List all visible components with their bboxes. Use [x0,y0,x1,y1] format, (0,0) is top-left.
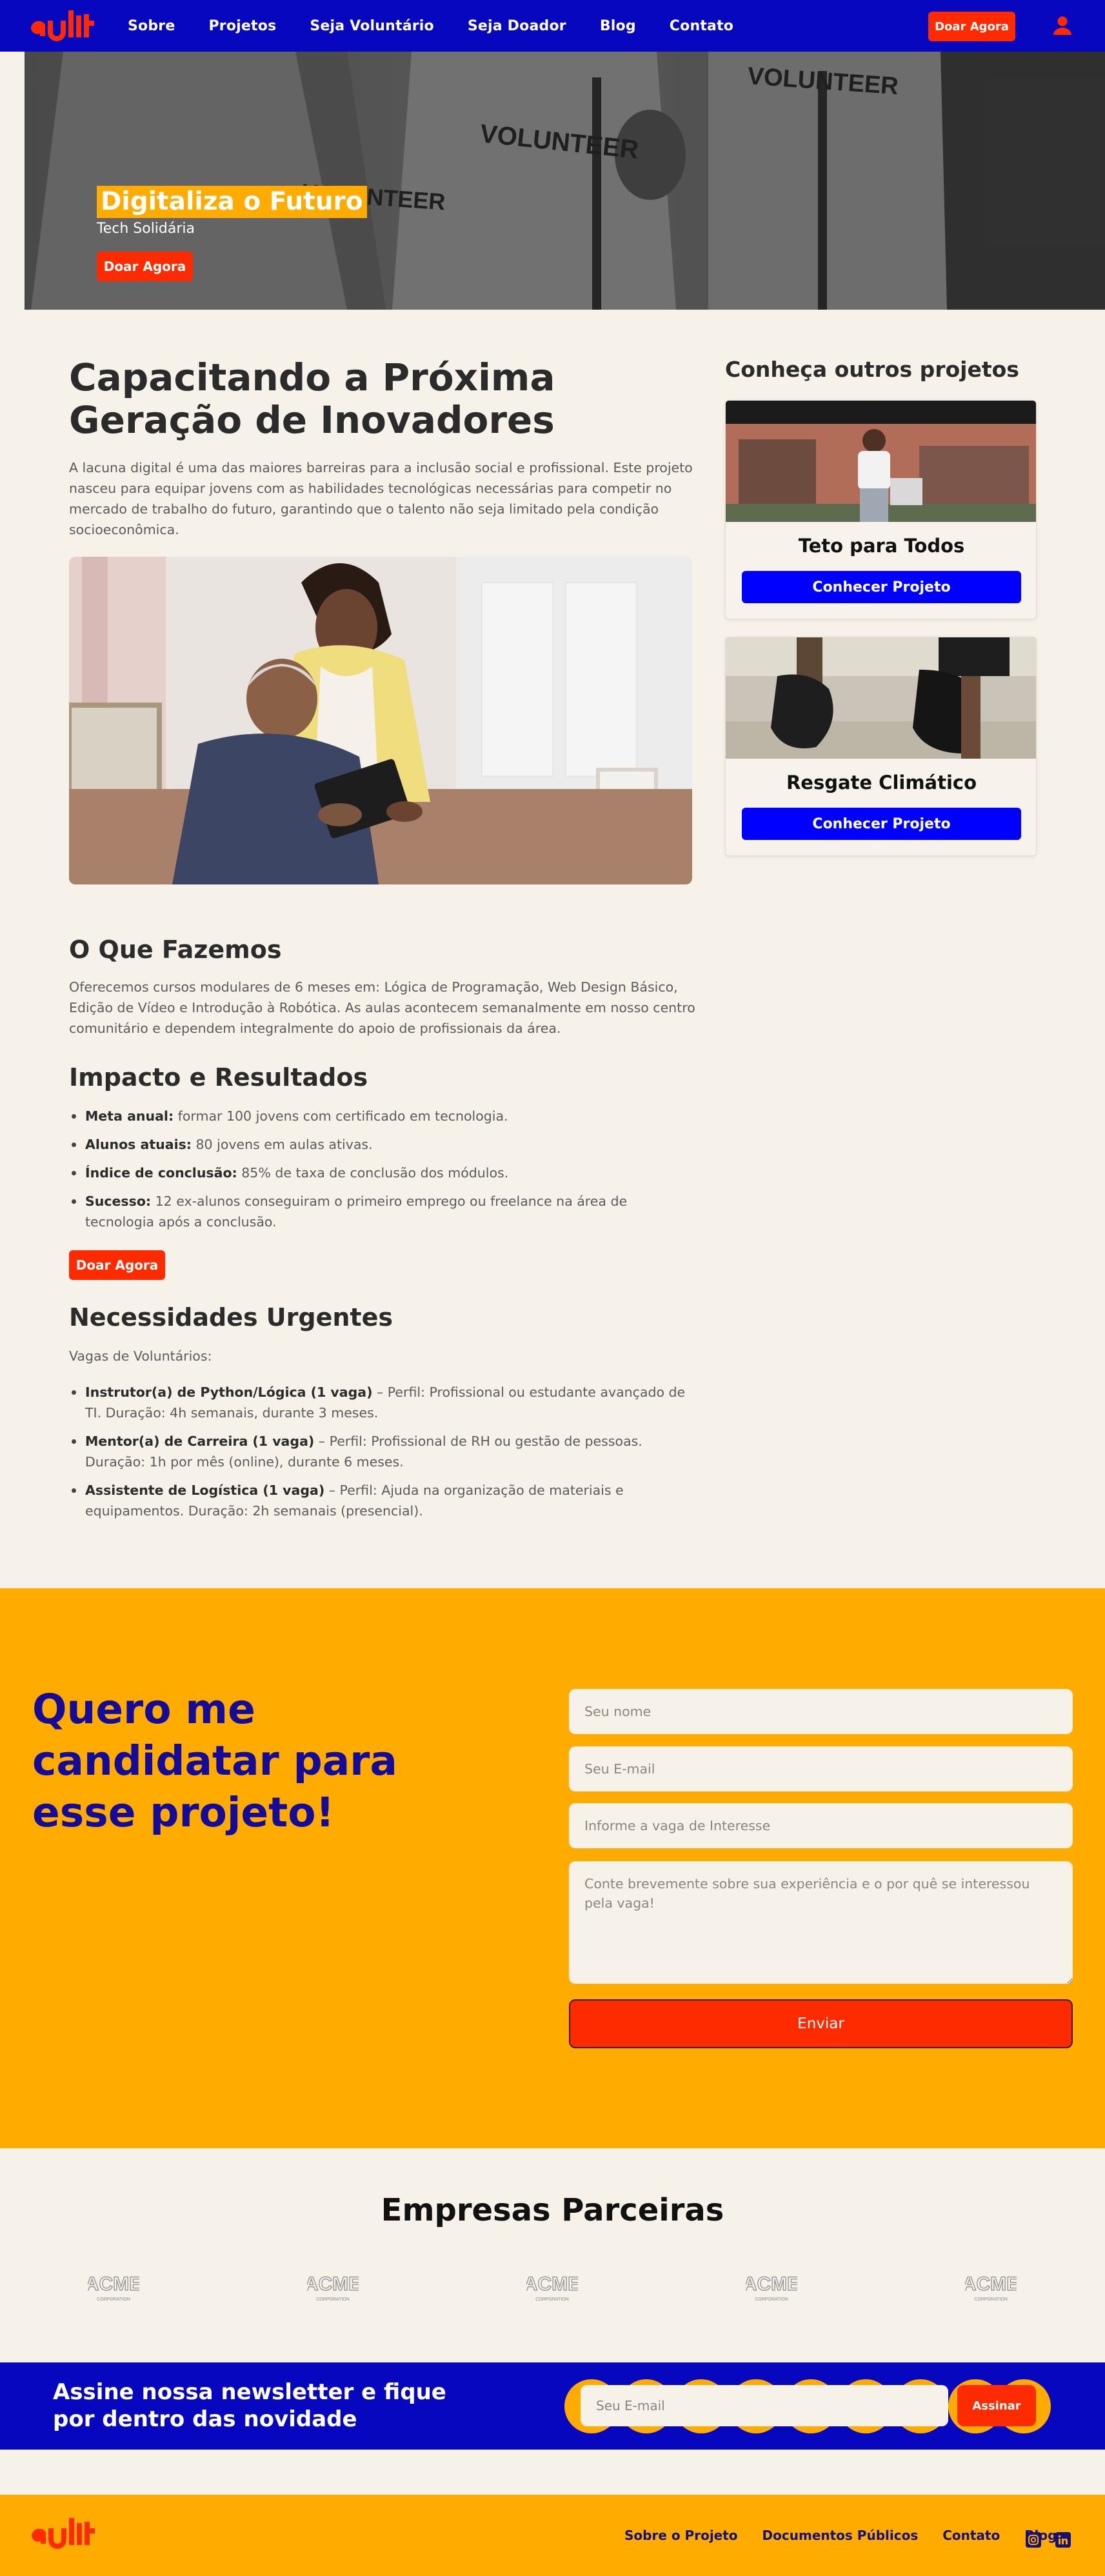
list-item: Meta anual: formar 100 jovens com certif… [69,1106,698,1126]
list-item: Índice de conclusão: 85% de taxa de conc… [69,1163,698,1183]
svg-text:CORPORATION: CORPORATION [535,2297,569,2302]
footer-link-contact[interactable]: Contato [942,2528,1000,2543]
impact-list: Meta anual: formar 100 jovens com certif… [69,1106,698,1240]
hero-donate-button[interactable]: Doar Agora [97,252,193,281]
project-card: Resgate Climático Conhecer Projeto [725,637,1037,856]
newsletter-email-field[interactable] [581,2385,948,2426]
project-card-title: Resgate Climático [786,772,977,794]
impact-title: Impacto e Resultados [69,1063,368,1092]
project-card: Teto para Todos Conhecer Projeto [725,400,1037,619]
list-item: Instrutor(a) de Python/Lógica (1 vaga) –… [69,1382,698,1423]
hero-title: Digitaliza o Futuro [97,186,367,218]
svg-text:ACME: ACME [307,2273,359,2295]
list-item: Mentor(a) de Carreira (1 vaga) – Perfil:… [69,1431,698,1472]
message-field[interactable] [569,1861,1073,1984]
volunteer-roles-list: Instrutor(a) de Python/Lógica (1 vaga) –… [69,1382,698,1529]
view-project-button[interactable]: Conhecer Projeto [742,808,1021,840]
role-field[interactable] [569,1803,1073,1848]
linkedin-icon[interactable] [1055,2532,1071,2548]
footer-links: Sobre o Projeto Documentos Públicos Cont… [624,2495,1057,2576]
svg-text:CORPORATION: CORPORATION [97,2297,130,2302]
hero-subtitle: Tech Solidária [97,221,195,237]
urgent-needs-subtitle: Vagas de Voluntários: [69,1348,212,1364]
svg-text:CORPORATION: CORPORATION [755,2297,788,2302]
partner-logo: ACME CORPORATION [746,2273,797,2302]
nav-link-blog[interactable]: Blog [600,18,636,34]
svg-text:ACME: ACME [526,2273,578,2295]
what-we-do-text: Oferecemos cursos modulares de 6 meses e… [69,979,695,1036]
newsletter-banner: Assine nossa newsletter e fique por dent… [0,2362,1105,2450]
partner-logo: ACME CORPORATION [88,2273,139,2302]
svg-text:ACME: ACME [965,2273,1017,2295]
project-card-photo [726,637,1036,759]
partner-logo: ACME CORPORATION [307,2273,359,2302]
svg-text:CORPORATION: CORPORATION [316,2297,350,2302]
project-card-photo [726,401,1036,522]
email-field[interactable] [569,1746,1073,1792]
nav-link-sobre[interactable]: Sobre [128,18,175,34]
footer-brand-logo[interactable] [28,2513,98,2553]
what-we-do-title: O Que Fazemos [69,935,282,964]
project-photo [69,557,692,884]
newsletter-title: Assine nossa newsletter e fique por dent… [53,2379,446,2432]
brand-logo[interactable] [28,5,97,45]
instagram-icon[interactable] [1026,2532,1041,2548]
partner-logo: ACME CORPORATION [526,2273,578,2302]
impact-donate-button[interactable]: Doar Agora [69,1250,165,1280]
nav-donate-button[interactable]: Doar Agora [928,12,1015,41]
list-item: Sucesso: 12 ex-alunos conseguiram o prim… [69,1191,698,1232]
nav-link-contato[interactable]: Contato [670,18,733,34]
partners-title: Empresas Parceiras [381,2192,724,2228]
footer-link-documents[interactable]: Documentos Públicos [762,2528,919,2543]
name-field[interactable] [569,1689,1073,1734]
top-nav: Sobre Projetos Seja Voluntário Seja Doad… [0,0,1105,52]
nav-link-seja-doador[interactable]: Seja Doador [468,18,566,34]
view-project-button[interactable]: Conhecer Projeto [742,571,1021,603]
urgent-needs-title: Necessidades Urgentes [69,1303,393,1332]
nav-link-projetos[interactable]: Projetos [208,18,276,34]
application-title: Quero me candidatar para esse projeto! [32,1686,397,1836]
user-account-icon[interactable] [1051,14,1073,36]
svg-text:ACME: ACME [88,2273,139,2295]
page-title: Capacitando a Próxima Geração de Inovado… [69,355,555,442]
list-item: Assistente de Logística (1 vaga) – Perfi… [69,1480,698,1521]
subscribe-button[interactable]: Assinar [957,2385,1036,2426]
submit-button[interactable]: Enviar [569,1999,1073,2048]
list-item: Alunos atuais: 80 jovens em aulas ativas… [69,1134,698,1155]
partner-logo: ACME CORPORATION [965,2273,1017,2302]
svg-text:CORPORATION: CORPORATION [974,2297,1008,2302]
intro-text: A lacuna digital é uma das maiores barre… [69,460,693,537]
hero-banner: VOLUNTEER VOLUNTEER VOLUNTEER Digitaliza… [25,52,1105,310]
svg-text:ACME: ACME [746,2273,797,2295]
main-menu: Sobre Projetos Seja Voluntário Seja Doad… [128,0,733,52]
other-projects-title: Conheça outros projetos [725,357,1019,382]
footer-link-about[interactable]: Sobre o Projeto [624,2528,738,2543]
application-section: Quero me candidatar para esse projeto! E… [0,1588,1105,2148]
project-card-title: Teto para Todos [798,535,965,557]
nav-link-seja-voluntario[interactable]: Seja Voluntário [310,18,433,34]
site-footer: Sobre o Projeto Documentos Públicos Cont… [0,2495,1105,2576]
